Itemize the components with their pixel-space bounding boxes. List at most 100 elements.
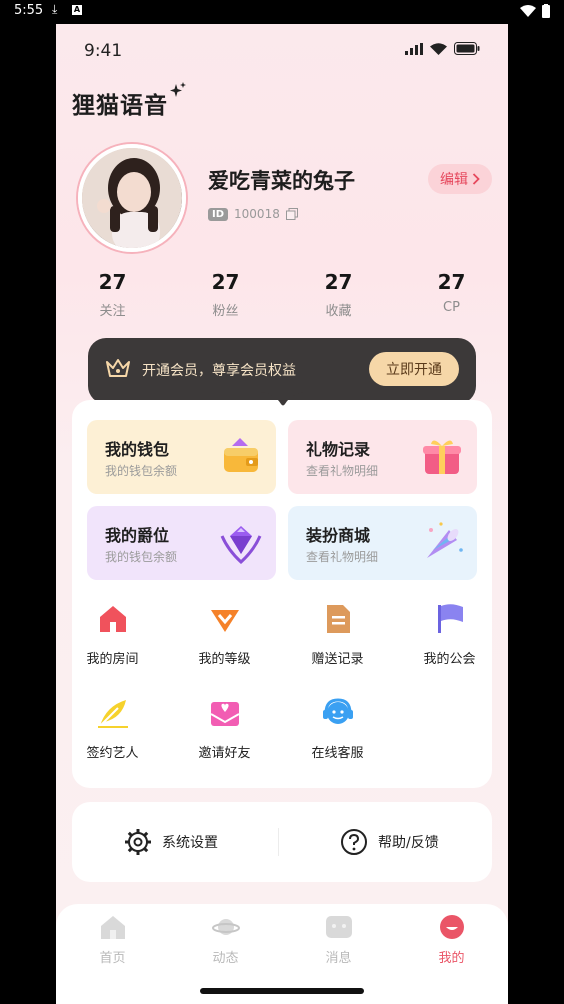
house-icon <box>99 606 126 632</box>
grid-label: 我的公会 <box>423 652 476 667</box>
flag-icon <box>437 604 463 633</box>
settings-panel: 系统设置 帮助/反馈 <box>72 802 492 882</box>
stat-label: 关注 <box>99 304 126 319</box>
document-icon <box>326 605 350 633</box>
stat-label: CP <box>443 300 460 315</box>
grid-item-my-guild[interactable]: 我的公会 <box>397 602 502 667</box>
tab-messages[interactable]: 消息 <box>282 914 395 966</box>
crown-icon <box>106 359 130 377</box>
card-title: 礼物记录 <box>306 440 371 459</box>
message-tab-icon <box>325 916 352 938</box>
sparkle-icon <box>170 82 186 97</box>
edit-profile-button[interactable]: 编辑 <box>428 164 492 194</box>
card-subtitle: 我的钱包余额 <box>105 550 178 564</box>
gesture-nav-bar[interactable] <box>200 988 364 994</box>
invite-envelope-icon <box>210 702 239 726</box>
card-nobility[interactable]: 我的爵位 我的钱包余额 <box>87 506 276 580</box>
card-subtitle: 我的钱包余额 <box>105 464 178 478</box>
tab-home[interactable]: 首页 <box>56 914 169 966</box>
stat-value: 27 <box>324 270 353 294</box>
user-id-row: ID 100018 <box>208 207 298 221</box>
grid-label: 邀请好友 <box>198 746 251 761</box>
vip-text: 开通会员，尊享会员权益 <box>142 363 296 379</box>
battery-icon <box>542 4 550 18</box>
system-status-bar: 5:55 ⤓ A <box>0 0 564 24</box>
stat-value: 27 <box>211 270 240 294</box>
stat-following[interactable]: 27 关注 <box>56 270 169 319</box>
status-time: 9:41 <box>84 41 123 61</box>
card-title: 我的钱包 <box>105 440 170 459</box>
download-icon: ⤓ <box>52 2 58 16</box>
battery-icon <box>454 42 480 55</box>
vip-pointer <box>261 392 305 406</box>
grid-label: 赠送记录 <box>311 652 364 667</box>
grid-label: 在线客服 <box>311 746 364 761</box>
card-wallet[interactable]: 我的钱包 我的钱包余额 <box>87 420 276 494</box>
stats-row: 27 关注 27 粉丝 27 收藏 27 CP <box>56 270 508 319</box>
app-status-bar: 9:41 <box>56 24 508 72</box>
grid-label: 我的等级 <box>198 652 251 667</box>
tab-feed[interactable]: 动态 <box>169 914 282 966</box>
edit-label: 编辑 <box>440 172 468 188</box>
help-label: 帮助/反馈 <box>378 835 439 851</box>
help-icon <box>341 829 367 855</box>
party-horn-icon <box>427 522 463 558</box>
tab-label: 消息 <box>325 951 352 966</box>
system-time: 5:55 <box>14 3 44 18</box>
grid-item-signed-artist[interactable]: 签约艺人 <box>60 696 165 761</box>
user-nickname: 爱吃青菜的兔子 <box>208 169 355 193</box>
stat-fans[interactable]: 27 粉丝 <box>169 270 282 319</box>
card-gift-records[interactable]: 礼物记录 查看礼物明细 <box>288 420 477 494</box>
notification-a-icon: A <box>72 5 82 15</box>
card-title: 装扮商城 <box>306 526 371 545</box>
brand-title: 狸猫语音 <box>72 93 168 119</box>
grid-item-my-level[interactable]: 我的等级 <box>172 602 277 667</box>
id-badge: ID <box>208 207 229 221</box>
tab-me[interactable]: 我的 <box>395 914 508 966</box>
card-title: 我的爵位 <box>105 526 170 545</box>
planet-tab-icon <box>211 919 240 935</box>
wifi-icon <box>520 5 536 17</box>
grid-item-gift-sent[interactable]: 赠送记录 <box>285 602 390 667</box>
home-tab-icon <box>100 916 125 939</box>
system-settings-button[interactable]: 系统设置 <box>124 828 218 856</box>
card-subtitle: 查看礼物明细 <box>306 464 379 478</box>
signal-icon <box>405 42 423 55</box>
stat-value: 27 <box>98 270 127 294</box>
grid-item-my-room[interactable]: 我的房间 <box>60 602 165 667</box>
feather-icon <box>97 700 128 728</box>
user-id: 100018 <box>234 207 280 221</box>
copy-icon[interactable] <box>285 208 298 220</box>
avatar[interactable] <box>78 144 186 252</box>
card-subtitle: 查看礼物明细 <box>306 550 379 564</box>
app-screen: 9:41 狸猫语音 爱吃青菜的兔子 ID 100018 编辑 27 关注 27 … <box>56 24 508 1004</box>
grid-label: 签约艺人 <box>86 746 139 761</box>
vip-open-button[interactable]: 立即开通 <box>369 352 459 386</box>
grid-label: 我的房间 <box>86 652 139 667</box>
card-dress-shop[interactable]: 装扮商城 查看礼物明细 <box>288 506 477 580</box>
tab-label: 我的 <box>438 951 465 966</box>
gift-box-icon <box>423 440 461 474</box>
features-panel: 我的钱包 我的钱包余额 礼物记录 查看礼物明细 我的爵位 我的钱包余额 装扮商城… <box>72 400 492 788</box>
stat-value: 27 <box>437 270 466 294</box>
grid-item-invite-friends[interactable]: 邀请好友 <box>172 696 277 761</box>
stat-cp[interactable]: 27 CP <box>395 270 508 319</box>
wallet-icon <box>224 438 258 472</box>
me-tab-icon <box>439 915 464 939</box>
gear-icon <box>125 829 151 855</box>
settings-label: 系统设置 <box>162 835 218 851</box>
stat-label: 收藏 <box>325 304 352 319</box>
wifi-icon <box>430 42 447 55</box>
tab-label: 首页 <box>99 951 126 966</box>
stat-label: 粉丝 <box>212 304 239 319</box>
help-feedback-button[interactable]: 帮助/反馈 <box>340 828 439 856</box>
chevron-right-icon <box>472 173 480 185</box>
avatar-photo <box>82 148 182 248</box>
tab-label: 动态 <box>212 951 239 966</box>
level-icon <box>210 610 239 632</box>
divider <box>278 828 279 856</box>
grid-item-customer-service[interactable]: 在线客服 <box>285 696 390 761</box>
stat-favorites[interactable]: 27 收藏 <box>282 270 395 319</box>
gem-crest-icon <box>220 526 262 565</box>
headset-icon <box>322 698 353 724</box>
